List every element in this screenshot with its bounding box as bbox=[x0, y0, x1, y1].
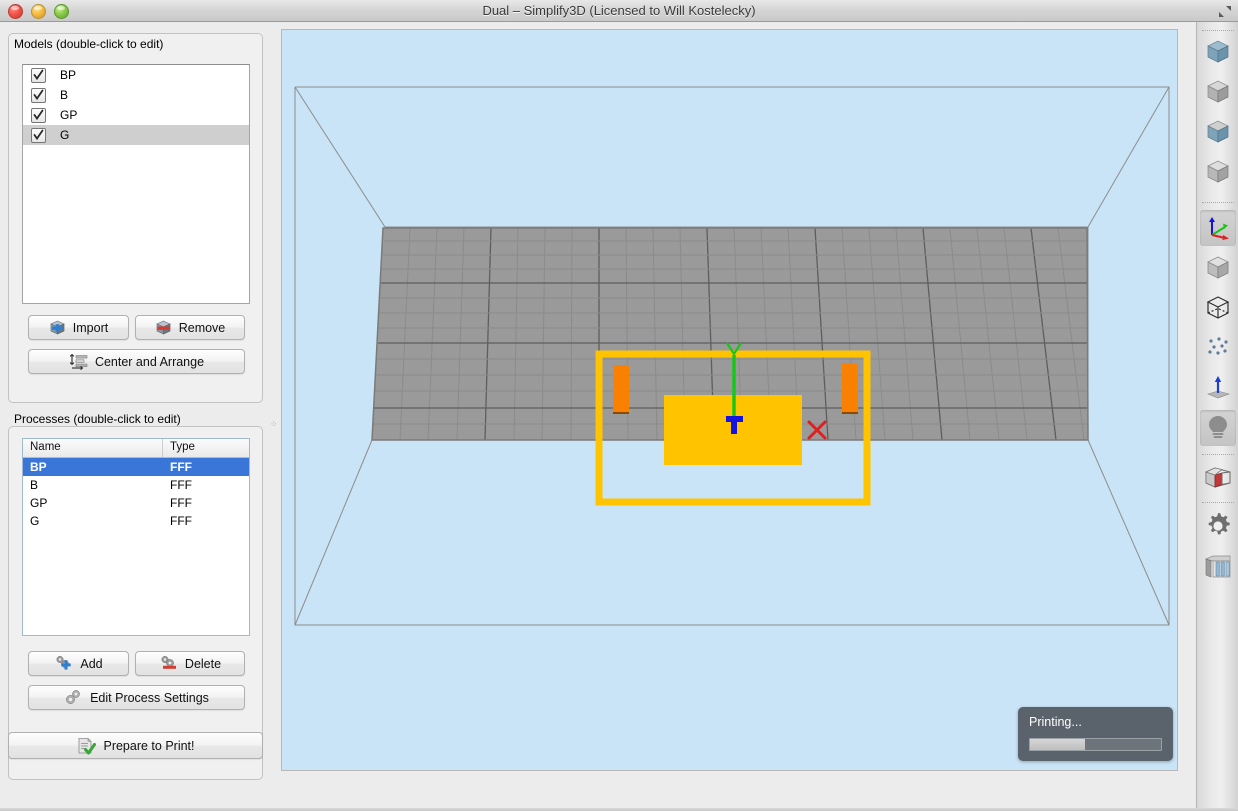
list-item[interactable]: G bbox=[23, 125, 249, 145]
import-button[interactable]: Import bbox=[28, 315, 129, 340]
column-header-type: Type bbox=[170, 441, 195, 453]
model-checkbox[interactable] bbox=[31, 127, 46, 143]
simplify3d-window: Dual – Simplify3D (Licensed to Will Kost… bbox=[0, 0, 1238, 811]
xyz-axes-icon bbox=[1204, 213, 1232, 244]
cube-blue-icon bbox=[1204, 117, 1232, 148]
center-and-arrange-label: Center and Arrange bbox=[94, 354, 205, 369]
list-item[interactable]: B bbox=[23, 85, 249, 105]
title-bar: Dual – Simplify3D (Licensed to Will Kost… bbox=[0, 0, 1238, 22]
cross-section-view-button[interactable] bbox=[1200, 460, 1236, 496]
model-view-blue-cube-2[interactable] bbox=[1200, 114, 1236, 150]
list-item[interactable]: BP bbox=[23, 65, 249, 85]
wireframe-cube-icon bbox=[1204, 293, 1232, 324]
table-row[interactable]: G FFF bbox=[23, 512, 249, 530]
normal-arrow-icon bbox=[1204, 373, 1232, 404]
processes-group-label: Processes (double-click to edit) bbox=[14, 412, 181, 426]
import-cube-plus-icon bbox=[49, 319, 66, 336]
remove-cube-minus-icon bbox=[155, 319, 172, 336]
model-name: BP bbox=[60, 68, 77, 82]
vertices-view-button[interactable] bbox=[1200, 330, 1236, 366]
cube-blue-icon bbox=[1204, 37, 1232, 68]
model-name: GP bbox=[60, 108, 78, 122]
axes-view-button[interactable] bbox=[1200, 210, 1236, 246]
prepare-checklist-check-icon bbox=[76, 737, 97, 755]
settings-button[interactable] bbox=[1200, 509, 1236, 545]
left-panel: Models (double-click to edit) BP B GP G … bbox=[0, 22, 278, 811]
panel-splitter-handle[interactable]: ⁘ bbox=[270, 420, 278, 429]
table-row[interactable]: B FFF bbox=[23, 476, 249, 494]
process-name: B bbox=[30, 478, 39, 492]
column-header-name: Name bbox=[23, 439, 163, 457]
table-row[interactable]: BP FFF bbox=[23, 458, 249, 476]
cross-section-cube-icon bbox=[1203, 463, 1233, 494]
delete-process-button[interactable]: Delete bbox=[135, 651, 245, 676]
gear-icon bbox=[1203, 511, 1233, 544]
fullscreen-arrows-icon[interactable] bbox=[1216, 3, 1234, 19]
model-view-blue-cube-1[interactable] bbox=[1200, 34, 1236, 70]
printing-status-toast: Printing... bbox=[1018, 707, 1173, 761]
process-type: FFF bbox=[170, 514, 192, 528]
remove-button-label: Remove bbox=[178, 320, 226, 335]
support-tower-left bbox=[613, 365, 629, 413]
normals-view-button[interactable] bbox=[1200, 370, 1236, 406]
gears-icon bbox=[64, 689, 83, 706]
model-checkbox[interactable] bbox=[31, 87, 46, 103]
solid-cube-icon bbox=[1204, 253, 1232, 284]
window-title: Dual – Simplify3D (Licensed to Will Kost… bbox=[482, 3, 756, 18]
process-type: FFF bbox=[170, 496, 192, 510]
model-name: B bbox=[60, 88, 69, 102]
model-name: G bbox=[60, 128, 70, 142]
model-checkbox[interactable] bbox=[31, 67, 46, 83]
view-toolbar bbox=[1196, 22, 1238, 811]
add-process-button[interactable]: Add bbox=[28, 651, 129, 676]
remove-button[interactable]: Remove bbox=[135, 315, 245, 340]
edit-process-settings-button[interactable]: Edit Process Settings bbox=[28, 685, 245, 710]
models-list[interactable]: BP B GP G bbox=[22, 64, 250, 304]
3d-viewport[interactable]: Printing... bbox=[281, 29, 1178, 771]
model-view-gray-cube-2[interactable] bbox=[1200, 154, 1236, 190]
cube-gray-icon bbox=[1204, 157, 1232, 188]
cube-gray-icon bbox=[1204, 77, 1232, 108]
build-volume-render bbox=[294, 86, 1170, 626]
point-cloud-icon bbox=[1204, 333, 1232, 364]
model-checkbox[interactable] bbox=[31, 107, 46, 123]
prepare-to-print-label: Prepare to Print! bbox=[103, 738, 195, 753]
process-name: BP bbox=[30, 460, 47, 474]
supports-icon bbox=[1203, 553, 1233, 582]
support-tower-right bbox=[842, 363, 858, 413]
delete-process-label: Delete bbox=[184, 656, 222, 671]
process-name: GP bbox=[30, 496, 48, 510]
lightbulb-icon bbox=[1204, 413, 1232, 444]
processes-table[interactable]: Name Type BP FFF B FFF GP FFF G FFF bbox=[22, 438, 250, 636]
add-gear-plus-icon bbox=[54, 655, 73, 672]
supports-button[interactable] bbox=[1200, 549, 1236, 585]
add-process-label: Add bbox=[80, 656, 103, 671]
print-progress-bar bbox=[1029, 738, 1162, 751]
table-row[interactable]: GP FFF bbox=[23, 494, 249, 512]
solid-view-button[interactable] bbox=[1200, 250, 1236, 286]
wireframe-view-button[interactable] bbox=[1200, 290, 1236, 326]
model-view-gray-cube-1[interactable] bbox=[1200, 74, 1236, 110]
models-group-label: Models (double-click to edit) bbox=[14, 37, 164, 51]
delete-gear-minus-icon bbox=[159, 655, 178, 672]
center-and-arrange-button[interactable]: Center and Arrange bbox=[28, 349, 245, 374]
edit-process-settings-label: Edit Process Settings bbox=[90, 690, 209, 705]
print-progress-fill bbox=[1030, 739, 1086, 750]
printing-status-label: Printing... bbox=[1029, 715, 1082, 729]
prepare-to-print-button[interactable]: Prepare to Print! bbox=[8, 732, 263, 759]
table-header: Name Type bbox=[23, 439, 249, 458]
import-button-label: Import bbox=[72, 320, 109, 335]
process-type: FFF bbox=[170, 460, 192, 474]
support-tower-left-base bbox=[613, 412, 629, 414]
center-arrange-icon bbox=[69, 353, 88, 370]
list-item[interactable]: GP bbox=[23, 105, 249, 125]
support-tower-right-base bbox=[842, 412, 858, 414]
process-type: FFF bbox=[170, 478, 192, 492]
lighting-toggle-button[interactable] bbox=[1200, 410, 1236, 446]
process-name: G bbox=[30, 514, 40, 528]
